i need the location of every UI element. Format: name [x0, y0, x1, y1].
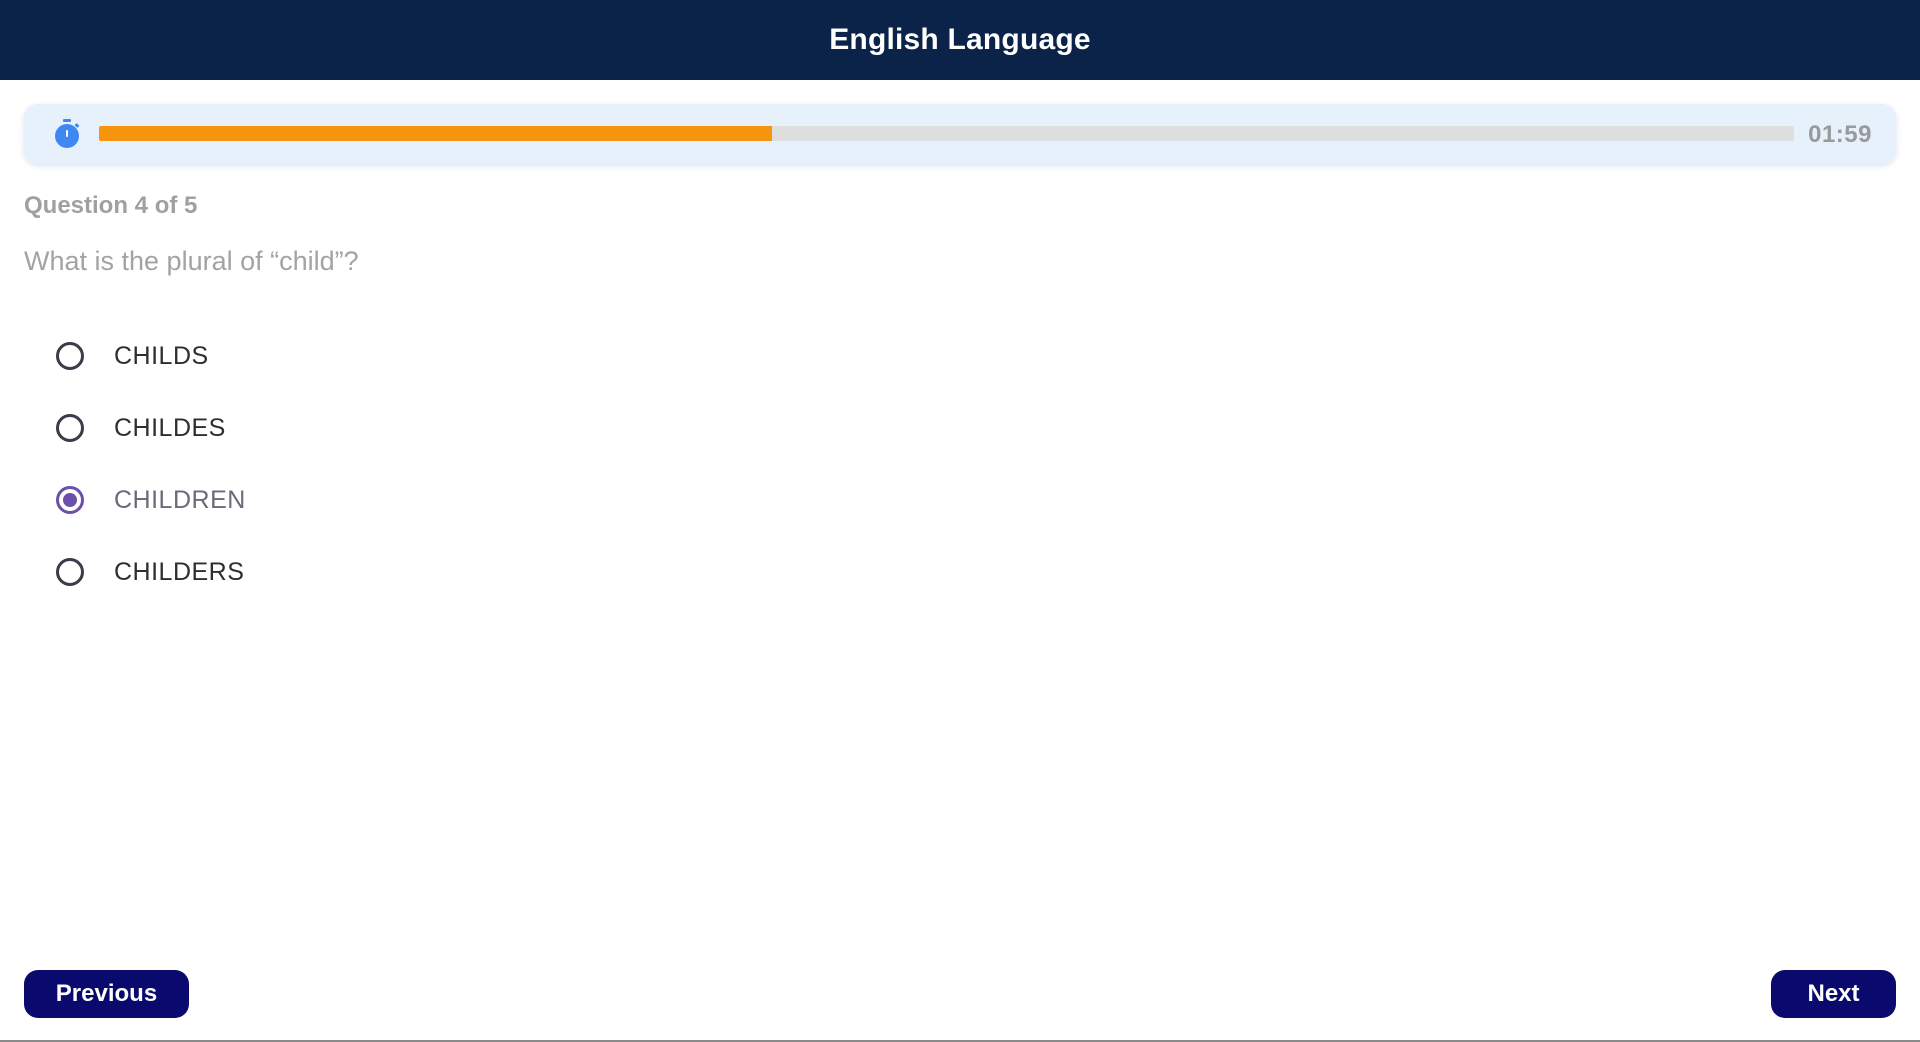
answer-option[interactable]: CHILDREN	[56, 464, 246, 536]
radio-button[interactable]	[56, 558, 84, 586]
answer-option[interactable]: CHILDERS	[56, 536, 246, 608]
question-text: What is the plural of “child”?	[24, 246, 359, 276]
previous-button[interactable]: Previous	[24, 970, 189, 1018]
app-header: English Language	[0, 0, 1920, 80]
answer-option-label: CHILDS	[114, 341, 209, 370]
answer-option[interactable]: CHILDS	[56, 320, 246, 392]
answer-option-label: CHILDES	[114, 413, 226, 442]
timer-progress-bar	[99, 126, 1794, 141]
answer-option-label: CHILDERS	[114, 557, 245, 586]
question-counter: Question 4 of 5	[24, 192, 198, 219]
answer-options: CHILDS CHILDES CHILDREN CHILDERS	[56, 320, 246, 608]
radio-button[interactable]	[56, 414, 84, 442]
stopwatch-icon	[55, 119, 80, 148]
radio-button[interactable]	[56, 342, 84, 370]
timer-panel: 01:59	[24, 104, 1896, 164]
answer-option[interactable]: CHILDES	[56, 392, 246, 464]
timer-progress-fill	[99, 126, 772, 141]
answer-option-label: CHILDREN	[114, 485, 246, 514]
page-title: English Language	[829, 23, 1091, 56]
time-remaining: 01:59	[1808, 121, 1872, 148]
next-button[interactable]: Next	[1771, 970, 1896, 1018]
radio-button[interactable]	[56, 486, 84, 514]
